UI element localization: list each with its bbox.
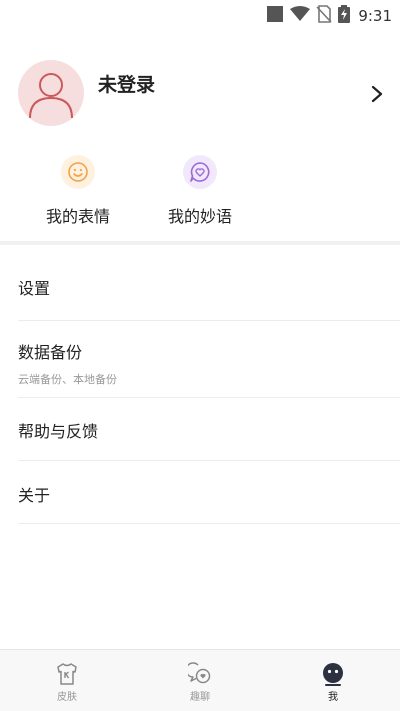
my-stickers-label: 我的表情 [45, 207, 110, 226]
my-stickers-button[interactable]: 我的表情 [33, 155, 123, 227]
menu-item-settings[interactable]: 设置 [18, 245, 400, 321]
menu-item-data-backup[interactable]: 数据备份 云端备份、本地备份 [18, 321, 400, 398]
chat-bubbles-icon [185, 662, 212, 686]
wifi-icon [290, 6, 311, 26]
nav-tab-label: 皮肤 [57, 692, 77, 703]
no-sim-icon [316, 5, 332, 27]
nav-tab-label: 趣聊 [190, 692, 210, 703]
menu-item-title: 帮助与反馈 [18, 422, 99, 441]
smiley-icon [61, 155, 95, 189]
battery-charging-icon [338, 5, 351, 27]
user-avatar-icon[interactable] [18, 60, 84, 126]
nav-tab-chat[interactable]: 趣聊 [170, 662, 230, 703]
menu-item-title: 关于 [18, 486, 51, 505]
heart-chat-icon [183, 155, 217, 189]
menu-item-about[interactable]: 关于 [18, 461, 400, 524]
status-bar: 9:31 [0, 0, 400, 28]
settings-menu: 设置 数据备份 云端备份、本地备份 帮助与反馈 关于 [0, 245, 400, 524]
login-status-label[interactable]: 未登录 [98, 70, 155, 97]
nav-tab-label: 我 [328, 692, 338, 703]
chevron-right-icon[interactable] [368, 84, 386, 104]
face-icon [321, 662, 345, 686]
status-icons: 9:31 [266, 5, 392, 27]
status-time: 9:31 [358, 7, 392, 25]
shirt-icon [55, 662, 79, 686]
square-icon [266, 5, 284, 27]
bottom-nav: 皮肤 趣聊 我 [0, 649, 400, 711]
my-quotes-label: 我的妙语 [167, 207, 232, 226]
menu-item-help-feedback[interactable]: 帮助与反馈 [18, 398, 400, 461]
quick-actions: 我的表情 我的妙语 [0, 155, 270, 227]
menu-item-title: 数据备份 [18, 343, 83, 362]
profile-header[interactable]: 未登录 [18, 60, 386, 130]
nav-tab-me[interactable]: 我 [303, 662, 363, 703]
nav-tab-skins[interactable]: 皮肤 [37, 662, 97, 703]
app-screen: 9:31 未登录 我的表情 我的妙语 设置 数据备份 云端备份、本地备份 帮助与… [0, 0, 400, 711]
my-quotes-button[interactable]: 我的妙语 [155, 155, 245, 227]
menu-item-title: 设置 [18, 279, 51, 298]
menu-item-subtitle: 云端备份、本地备份 [18, 373, 117, 386]
